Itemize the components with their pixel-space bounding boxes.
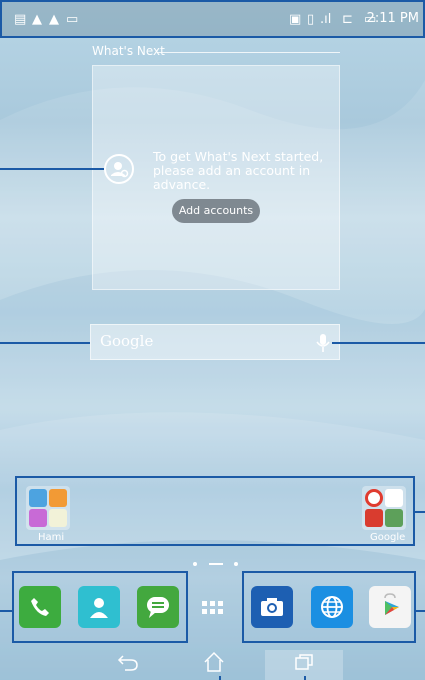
signal-icon: .ıl [320,12,332,27]
callout-line [304,676,306,680]
google-folder[interactable] [362,486,406,530]
recents-icon[interactable] [294,653,314,675]
folder-row [15,476,415,546]
google-folder-label: Google [370,532,406,543]
callout-line [0,168,104,170]
whats-next-message: To get What's Next started, please add a… [153,149,324,192]
warning-icon: ▲ [32,12,42,27]
browser-icon[interactable] [311,586,353,628]
warning-icon: ▲ [49,12,59,27]
nav-bar [0,648,425,680]
messages-icon[interactable] [137,586,179,628]
wifi-icon: ⊏ [342,12,353,27]
phone-icon[interactable] [19,586,61,628]
home-icon[interactable] [203,651,225,677]
callout-line [219,676,221,680]
callout-line [0,342,90,344]
status-bar: ▤ ▲ ▲ ▭ ▣ ▯ .ıl ⊏ ▭ 2:11 PM [0,0,425,38]
page-dot [234,562,238,566]
account-icon [104,154,134,184]
whats-next-title: What's Next [92,44,165,58]
contacts-icon[interactable] [78,586,120,628]
callout-line [332,342,425,344]
clock: 2:11 PM [366,11,419,26]
callout-line [416,610,425,612]
divider [157,52,340,53]
page-dot [193,562,197,566]
image-notification-icon: ▭ [66,12,79,27]
hami-folder-label: Hami [38,532,65,543]
callout-line [0,610,12,612]
mic-icon[interactable] [316,333,330,357]
play-store-icon[interactable] [369,586,411,628]
dual-sim-icon: ▯ [307,12,315,27]
camera-icon[interactable] [251,586,293,628]
data-icon: ▣ [289,12,302,27]
callout-line [372,0,425,2]
add-accounts-button[interactable]: Add accounts [172,199,260,223]
back-icon[interactable] [117,652,139,676]
hami-folder[interactable] [26,486,70,530]
app-drawer-icon[interactable] [193,590,233,626]
sd-card-icon: ▤ [14,12,27,27]
search-placeholder: Google [100,332,154,350]
callout-line [413,511,425,513]
page-dot-active [209,563,223,565]
